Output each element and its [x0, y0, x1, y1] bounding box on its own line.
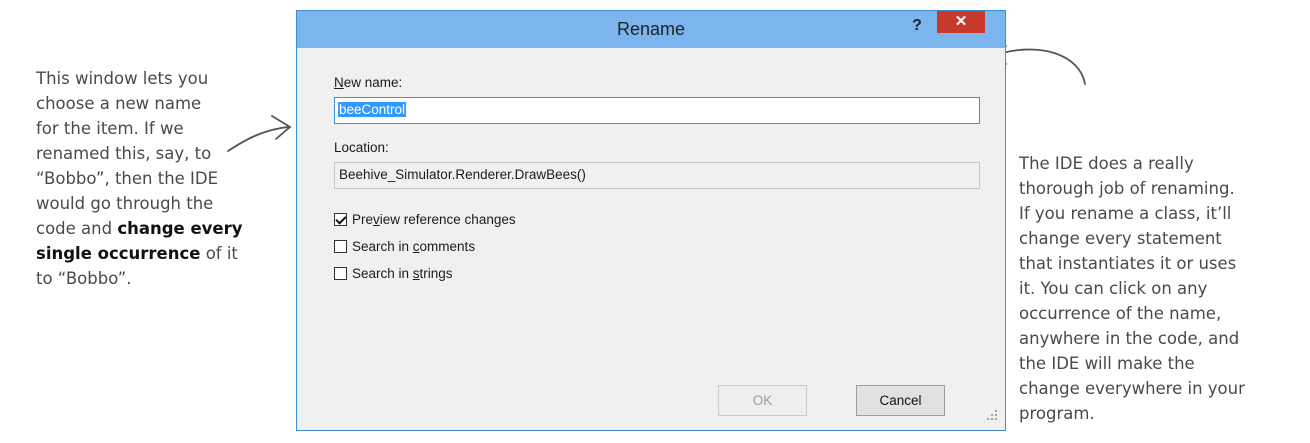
- cancel-button[interactable]: Cancel: [856, 385, 945, 416]
- rename-dialog: Rename ? ✕ New name: beeControl Location…: [296, 10, 1006, 431]
- dialog-body: New name: beeControl Location: Beehive_S…: [303, 48, 999, 424]
- new-name-label-rest: ew name:: [343, 75, 403, 90]
- checkbox-box[interactable]: [334, 239, 347, 253]
- checkbox-box[interactable]: [334, 266, 347, 280]
- new-name-value: beeControl: [338, 102, 407, 117]
- checkbox-label: Preview reference changes: [352, 211, 516, 227]
- new-name-label: New name:: [334, 75, 402, 90]
- close-button[interactable]: ✕: [937, 11, 985, 33]
- ok-button[interactable]: OK: [718, 385, 807, 416]
- left-arrow-icon: [227, 126, 289, 152]
- resize-grip-icon[interactable]: [985, 408, 999, 422]
- preview-reference-changes-checkbox[interactable]: Preview reference changes: [334, 210, 516, 228]
- location-field: Beehive_Simulator.Renderer.DrawBees(): [334, 162, 980, 189]
- new-name-input[interactable]: beeControl: [334, 97, 980, 124]
- title-bar[interactable]: Rename ? ✕: [297, 11, 1005, 48]
- search-in-comments-checkbox[interactable]: Search in comments: [334, 237, 475, 255]
- checkbox-box[interactable]: [334, 212, 347, 226]
- dialog-title: Rename: [616, 19, 686, 39]
- new-name-label-accel: N: [334, 75, 344, 90]
- checkbox-label: Search in strings: [352, 265, 453, 281]
- checkbox-label: Search in comments: [352, 238, 476, 254]
- location-label: Location:: [334, 140, 389, 155]
- help-button[interactable]: ?: [907, 15, 927, 37]
- search-in-strings-checkbox[interactable]: Search in strings: [334, 264, 453, 282]
